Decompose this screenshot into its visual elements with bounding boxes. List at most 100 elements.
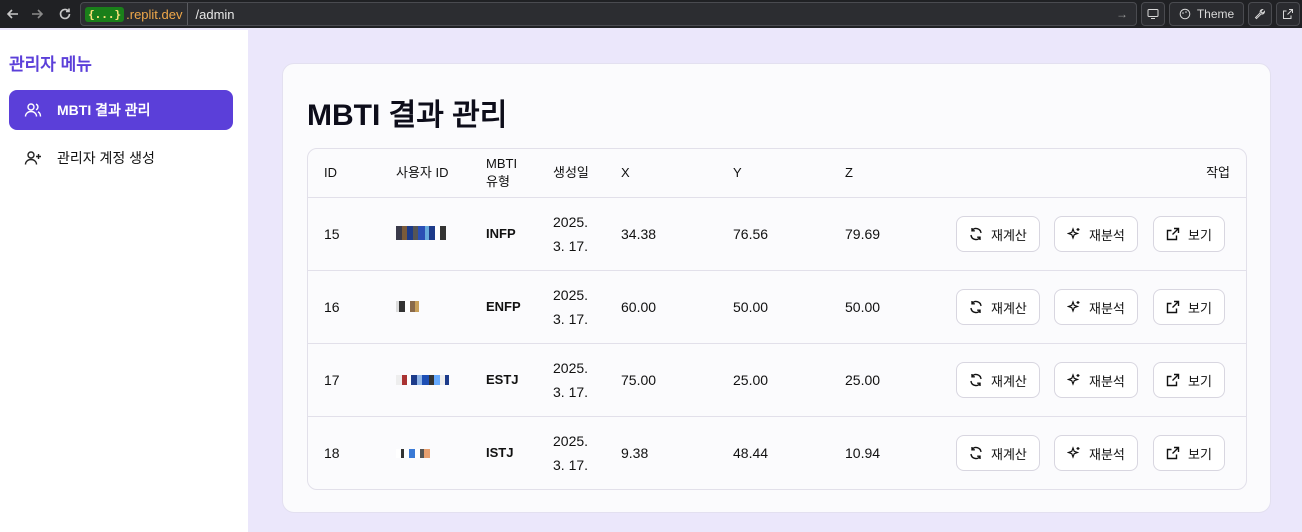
cell-z: 50.00 [845,299,881,315]
cell-y: 50.00 [733,299,769,315]
address-bar[interactable]: {...} .replit.dev /admin → [80,2,1137,26]
cell-x: 60.00 [621,299,657,315]
tools-button[interactable] [1248,2,1272,26]
recalculate-label: 재계산 [991,300,1027,316]
view-label: 보기 [1188,300,1212,316]
cell-z: 25.00 [845,372,881,388]
view-button[interactable]: 보기 [1153,362,1225,398]
back-button[interactable] [0,0,26,28]
sidebar-title: 관리자 메뉴 [9,55,92,74]
refresh-icon [969,446,983,460]
reload-icon [59,8,71,20]
external-link-icon [1283,9,1293,19]
palette-icon [1179,8,1191,20]
redacted-user-id [396,301,419,312]
monitor-icon [1147,9,1159,19]
cell-y: 48.44 [733,445,769,461]
sidebar-item-label: 관리자 계정 생성 [57,150,155,166]
view-button[interactable]: 보기 [1153,289,1225,325]
date-line2: 3. 17. [553,238,589,254]
cell-x: 9.38 [621,445,649,461]
arrow-right-icon[interactable]: → [1116,7,1128,21]
browser-toolbar: {...} .replit.dev /admin → Theme [0,0,1302,28]
date-line2: 3. 17. [553,457,589,473]
external-link-icon [1166,373,1180,387]
cell-created: 2025. 3. 17. [553,429,588,477]
devtools-button[interactable] [1141,2,1165,26]
date-line2: 3. 17. [553,311,589,327]
recalculate-button[interactable]: 재계산 [956,362,1040,398]
redacted-user-id [396,226,446,240]
reanalyze-button[interactable]: 재분석 [1054,289,1138,325]
sidebar-item-label: MBTI 결과 관리 [57,102,151,118]
open-external-button[interactable] [1276,2,1300,26]
col-mbti-line1: MBTI [486,156,518,171]
table-row: 17 ESTJ 2025. 3. 17. 75.00 25.00 25.00 재… [308,344,1246,417]
arrow-left-icon [6,9,18,19]
date-line1: 2025. [553,433,589,449]
cell-y: 25.00 [733,372,769,388]
reanalyze-label: 재분석 [1089,373,1125,389]
results-card: MBTI 결과 관리 ID 사용자 ID MBTI 유형 생성일 X Y Z 작… [282,63,1271,513]
url-badge: {...} [85,6,125,22]
reload-button[interactable] [52,0,78,28]
view-button[interactable]: 보기 [1153,435,1225,471]
reanalyze-label: 재분석 [1089,300,1125,316]
sparkles-icon [1067,446,1081,460]
sparkles-icon [1067,227,1081,241]
date-line1: 2025. [553,360,589,376]
col-id: ID [324,165,337,180]
cell-z: 79.69 [845,226,881,242]
view-button[interactable]: 보기 [1153,216,1225,252]
reanalyze-label: 재분석 [1089,446,1125,462]
cell-created: 2025. 3. 17. [553,283,588,331]
reanalyze-button[interactable]: 재분석 [1054,362,1138,398]
sidebar-item-mbti-results[interactable]: MBTI 결과 관리 [9,90,233,130]
wrench-icon [1254,8,1266,20]
refresh-icon [969,300,983,314]
external-link-icon [1166,446,1180,460]
refresh-icon [969,227,983,241]
recalculate-button[interactable]: 재계산 [956,289,1040,325]
cell-mbti: INFP [486,226,516,241]
sidebar-item-create-admin[interactable]: 관리자 계정 생성 [9,138,233,178]
recalculate-button[interactable]: 재계산 [956,216,1040,252]
theme-label: Theme [1196,7,1235,21]
cell-created: 2025. 3. 17. [553,356,588,404]
cell-id: 18 [324,445,340,461]
sidebar: 관리자 메뉴 MBTI 결과 관리 관리자 계정 생성 [0,30,248,532]
reanalyze-button[interactable]: 재분석 [1054,216,1138,252]
cell-mbti: ESTJ [486,372,519,387]
cell-z: 10.94 [845,445,881,461]
table-header: ID 사용자 ID MBTI 유형 생성일 X Y Z 작업 [308,149,1246,198]
external-link-icon [1166,300,1180,314]
user-plus-icon [9,149,57,167]
cell-x: 34.38 [621,226,657,242]
sparkles-icon [1067,300,1081,314]
forward-button[interactable] [24,0,50,28]
theme-button[interactable]: Theme [1169,2,1244,26]
reanalyze-button[interactable]: 재분석 [1054,435,1138,471]
col-user-id: 사용자 ID [396,165,449,180]
col-z: Z [845,165,853,180]
date-line1: 2025. [553,287,589,303]
col-x: X [621,165,630,180]
results-table: ID 사용자 ID MBTI 유형 생성일 X Y Z 작업 15 INFP 2… [307,148,1247,490]
col-actions: 작업 [1206,165,1230,180]
table-row: 16 ENFP 2025. 3. 17. 60.00 50.00 50.00 재… [308,271,1246,344]
col-created: 생성일 [553,165,589,180]
view-label: 보기 [1188,227,1212,243]
cell-created: 2025. 3. 17. [553,210,588,258]
arrow-right-icon [32,9,44,19]
recalculate-button[interactable]: 재계산 [956,435,1040,471]
users-icon [9,101,57,119]
recalculate-label: 재계산 [991,373,1027,389]
cell-x: 75.00 [621,372,657,388]
redacted-user-id [396,449,430,458]
redacted-user-id [396,375,449,385]
cell-mbti: ENFP [486,299,521,314]
col-y: Y [733,165,742,180]
cell-y: 76.56 [733,226,769,242]
url-host: {...} .replit.dev [81,3,188,25]
table-row: 18 ISTJ 2025. 3. 17. 9.38 48.44 10.94 재계… [308,417,1246,489]
